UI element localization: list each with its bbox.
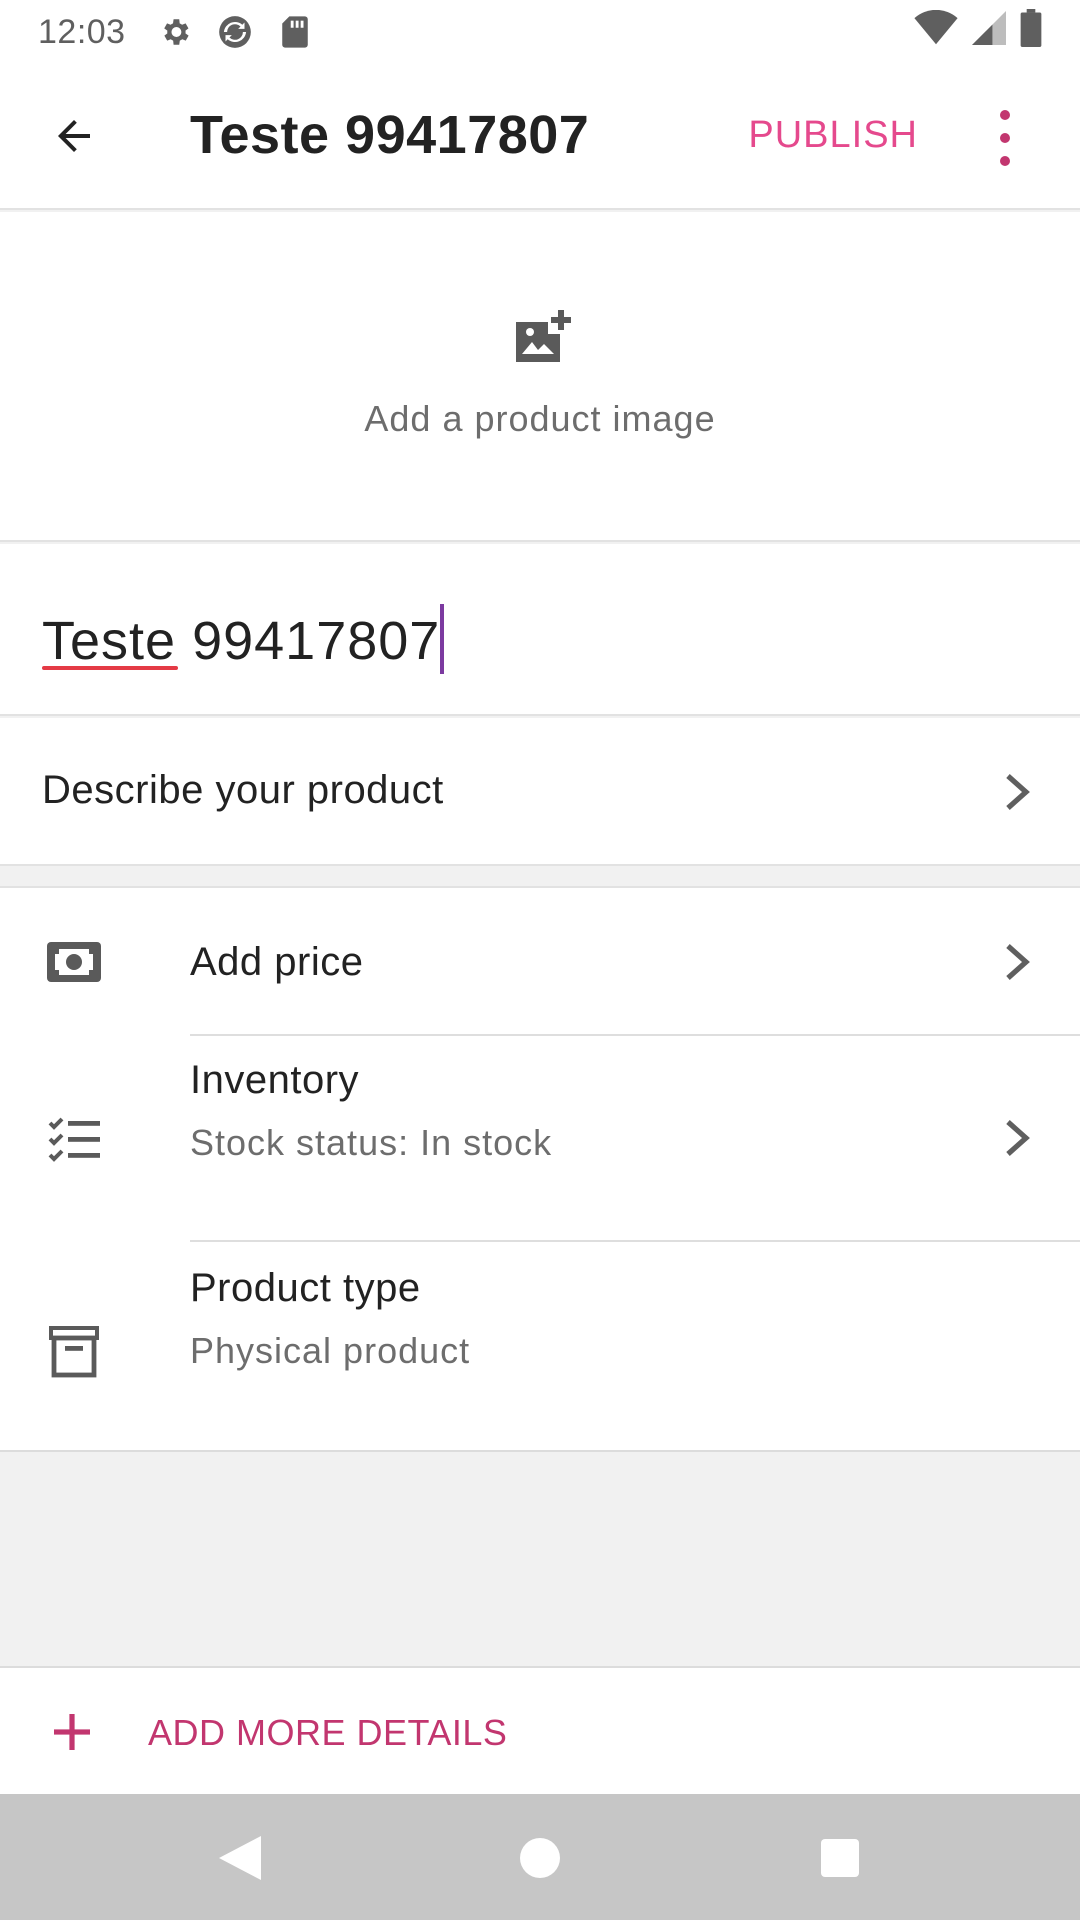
checklist-icon bbox=[44, 1110, 104, 1170]
chevron-right-icon bbox=[1000, 772, 1034, 812]
battery-icon bbox=[1020, 8, 1042, 56]
add-image-label: Add a product image bbox=[364, 398, 716, 439]
signal-icon bbox=[972, 10, 1006, 55]
add-price-row[interactable]: Add price bbox=[0, 888, 1080, 1036]
add-photo-icon bbox=[512, 310, 572, 366]
chevron-right-icon bbox=[1000, 1118, 1034, 1158]
nav-back-icon[interactable] bbox=[212, 1830, 268, 1886]
add-product-image-button[interactable]: Add a product image bbox=[0, 212, 1080, 542]
archive-box-icon bbox=[44, 1322, 104, 1382]
arrow-back-icon[interactable] bbox=[44, 106, 104, 166]
add-more-details-button[interactable]: ADD MORE DETAILS bbox=[0, 1666, 1080, 1794]
nav-home-icon[interactable] bbox=[512, 1830, 568, 1886]
product-settings-list: Add price Inventory Stock status: In sto… bbox=[0, 886, 1080, 1452]
add-price-label: Add price bbox=[190, 940, 364, 984]
text-cursor bbox=[440, 604, 444, 674]
sync-icon bbox=[216, 13, 254, 51]
inventory-label: Inventory bbox=[190, 1058, 360, 1102]
spellcheck-underline bbox=[42, 666, 178, 670]
status-right-group bbox=[914, 8, 1042, 56]
describe-product-label: Describe your product bbox=[42, 768, 444, 812]
more-vert-icon[interactable] bbox=[990, 110, 1020, 166]
wifi-icon bbox=[914, 9, 958, 55]
top-app-bar: Teste 99417807 PUBLISH bbox=[0, 64, 1080, 210]
product-type-row[interactable]: Product type Physical product bbox=[0, 1242, 1080, 1452]
status-time: 12:03 bbox=[38, 12, 126, 51]
nav-recents-icon[interactable] bbox=[812, 1830, 868, 1886]
publish-button[interactable]: PUBLISH bbox=[748, 114, 918, 157]
screen: 12:03 Teste 99417807 PUBLISH Add a produ… bbox=[0, 0, 1080, 1920]
sd-card-icon bbox=[276, 13, 314, 51]
product-name-input[interactable]: Teste 99417807 bbox=[42, 610, 440, 672]
product-name-field[interactable]: Teste 99417807 bbox=[0, 544, 1080, 716]
money-icon bbox=[44, 932, 104, 992]
product-type-value: Physical product bbox=[190, 1330, 471, 1371]
product-type-label: Product type bbox=[190, 1266, 421, 1310]
inventory-row[interactable]: Inventory Stock status: In stock bbox=[0, 1036, 1080, 1242]
gear-icon bbox=[156, 13, 194, 51]
status-bar: 12:03 bbox=[0, 0, 1080, 64]
add-more-details-label: ADD MORE DETAILS bbox=[148, 1712, 508, 1753]
plus-icon bbox=[52, 1712, 92, 1752]
page-title: Teste 99417807 bbox=[190, 105, 590, 165]
system-nav-bar bbox=[0, 1794, 1080, 1920]
chevron-right-icon bbox=[1000, 942, 1034, 982]
describe-product-row[interactable]: Describe your product bbox=[0, 718, 1080, 866]
stock-status-text: Stock status: In stock bbox=[190, 1122, 553, 1163]
